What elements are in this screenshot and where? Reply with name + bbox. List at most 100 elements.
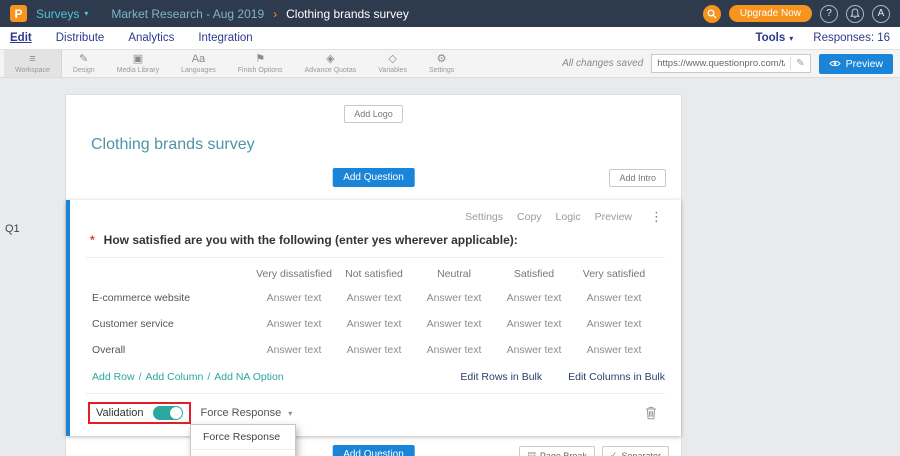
- tools-menu[interactable]: Tools ▾: [755, 32, 793, 44]
- answer-text-cell[interactable]: Answer text: [414, 318, 494, 330]
- delete-question-button[interactable]: [645, 406, 657, 420]
- responses-link[interactable]: Responses: 16: [813, 32, 890, 44]
- toolbar-item-languages[interactable]: Aa Languages: [170, 50, 227, 77]
- advance-quotas-icon: ◈: [326, 53, 334, 65]
- add-intro-button[interactable]: Add Intro: [609, 169, 666, 187]
- answer-text-cell[interactable]: Answer text: [574, 292, 654, 304]
- matrix-row-label[interactable]: Overall: [86, 344, 254, 356]
- page-break-icon: ▤: [527, 450, 536, 456]
- edit-columns-in-bulk-link[interactable]: Edit Columns in Bulk: [568, 371, 665, 383]
- toolbar-item-media-library[interactable]: ▣ Media Library: [106, 50, 170, 77]
- answer-text-cell[interactable]: Answer text: [334, 344, 414, 356]
- question-more-menu-icon[interactable]: ⋮: [650, 209, 663, 225]
- answer-text-cell[interactable]: Answer text: [414, 292, 494, 304]
- workspace-icon: ≡: [29, 53, 35, 65]
- link-separator: /: [207, 371, 210, 383]
- toolbar-item-settings[interactable]: ⚙ Settings: [418, 50, 465, 77]
- tab-distribute[interactable]: Distribute: [56, 32, 105, 44]
- answer-text-cell[interactable]: Answer text: [254, 292, 334, 304]
- chevron-down-icon: ▾: [84, 9, 88, 18]
- answer-text-cell[interactable]: Answer text: [254, 318, 334, 330]
- add-na-option-link[interactable]: Add NA Option: [214, 371, 283, 383]
- logo-letter: P: [14, 7, 22, 21]
- survey-toolbar: ≡ Workspace ✎ Design ▣ Media Library Aa …: [0, 50, 900, 78]
- question-logic-link[interactable]: Logic: [556, 211, 581, 223]
- nav-right: Tools ▾ Responses: 16: [755, 32, 890, 44]
- edit-rows-in-bulk-link[interactable]: Edit Rows in Bulk: [460, 371, 542, 383]
- force-response-dropdown[interactable]: Force Response ▾: [201, 407, 293, 419]
- avatar[interactable]: A: [872, 5, 890, 23]
- add-question-button-bottom[interactable]: Add Question: [332, 445, 415, 456]
- topbar: P Surveys ▾ Market Research - Aug 2019 ›…: [0, 0, 900, 27]
- question-preview-link[interactable]: Preview: [595, 211, 632, 223]
- questionpro-logo[interactable]: P: [10, 5, 27, 22]
- tab-integration[interactable]: Integration: [198, 32, 252, 44]
- surveys-menu[interactable]: Surveys ▾: [36, 7, 88, 21]
- question-actions: Settings Copy Logic Preview ⋮: [86, 204, 665, 228]
- upgrade-now-button[interactable]: Upgrade Now: [729, 5, 812, 22]
- matrix-row: Customer service Answer text Answer text…: [86, 311, 665, 337]
- answer-text-cell[interactable]: Answer text: [414, 344, 494, 356]
- survey-canvas: Q1 Add Logo Clothing brands survey Add Q…: [0, 78, 900, 456]
- notifications-button[interactable]: [846, 5, 864, 23]
- matrix-column-header[interactable]: Satisfied: [494, 268, 574, 280]
- toolbar-item-finish-options[interactable]: ⚑ Finish Options: [227, 50, 294, 77]
- answer-text-cell[interactable]: Answer text: [334, 292, 414, 304]
- add-column-link[interactable]: Add Column: [146, 371, 204, 383]
- answer-text-cell[interactable]: Answer text: [574, 344, 654, 356]
- breadcrumb-separator: ›: [273, 7, 277, 21]
- survey-title[interactable]: Clothing brands survey: [91, 136, 666, 154]
- matrix-column-header[interactable]: Not satisfied: [334, 268, 414, 280]
- matrix-row: E-commerce website Answer text Answer te…: [86, 285, 665, 311]
- question-copy-link[interactable]: Copy: [517, 211, 542, 223]
- breadcrumb: Market Research - Aug 2019 › Clothing br…: [111, 7, 408, 21]
- toolbar-item-design[interactable]: ✎ Design: [62, 50, 106, 77]
- help-button[interactable]: ?: [820, 5, 838, 23]
- matrix-column-header[interactable]: Very satisfied: [574, 268, 654, 280]
- answer-text-cell[interactable]: Answer text: [334, 318, 414, 330]
- answer-text-cell[interactable]: Answer text: [494, 292, 574, 304]
- force-response-value: Force Response: [201, 407, 282, 419]
- search-button[interactable]: [703, 5, 721, 23]
- annotation-highlight: Validation: [88, 402, 191, 424]
- question-block: Settings Copy Logic Preview ⋮ *How satis…: [66, 200, 681, 436]
- survey-url-box: ✎: [651, 54, 810, 73]
- chevron-down-icon: ▾: [288, 409, 292, 418]
- validation-label: Validation: [96, 407, 144, 419]
- answer-text-cell[interactable]: Answer text: [254, 344, 334, 356]
- question-number: Q1: [5, 223, 20, 235]
- question-settings-link[interactable]: Settings: [465, 211, 503, 223]
- link-separator: /: [139, 371, 142, 383]
- add-logo-button[interactable]: Add Logo: [344, 105, 403, 123]
- matrix-row-label[interactable]: Customer service: [86, 318, 254, 330]
- toolbar-item-workspace[interactable]: ≡ Workspace: [4, 50, 62, 77]
- toolbar-item-variables[interactable]: ◇ Variables: [367, 50, 418, 77]
- menu-item-force-response[interactable]: Force Response: [191, 425, 295, 449]
- answer-text-cell[interactable]: Answer text: [574, 318, 654, 330]
- menu-item-request-response[interactable]: Request Response: [191, 449, 295, 456]
- topbar-actions: Upgrade Now ? A: [703, 5, 890, 23]
- question-text[interactable]: How satisfied are you with the following…: [104, 233, 518, 247]
- survey-header: Add Logo Clothing brands survey Add Ques…: [66, 95, 681, 200]
- add-row-link[interactable]: Add Row: [92, 371, 135, 383]
- edit-url-icon[interactable]: ✎: [790, 57, 809, 70]
- survey-url-input[interactable]: [652, 58, 790, 69]
- answer-text-cell[interactable]: Answer text: [494, 318, 574, 330]
- matrix-column-header[interactable]: Neutral: [414, 268, 494, 280]
- page-break-button[interactable]: ▤ Page Break: [519, 446, 595, 456]
- footer-chips: ▤ Page Break ✓ Separator: [519, 446, 669, 456]
- preview-button[interactable]: Preview: [819, 54, 893, 74]
- add-question-button-top[interactable]: Add Question: [332, 168, 415, 187]
- card-footer: Add Question ▤ Page Break ✓ Separator: [66, 436, 681, 456]
- toolbar-item-advance-quotas[interactable]: ◈ Advance Quotas: [294, 50, 368, 77]
- validation-toggle[interactable]: [153, 406, 183, 420]
- tab-analytics[interactable]: Analytics: [128, 32, 174, 44]
- tab-edit[interactable]: Edit: [10, 32, 32, 44]
- force-response-menu: Force Response Request Response: [190, 424, 296, 456]
- matrix-row-label[interactable]: E-commerce website: [86, 292, 254, 304]
- breadcrumb-parent-link[interactable]: Market Research - Aug 2019: [111, 7, 264, 21]
- separator-button[interactable]: ✓ Separator: [602, 446, 669, 456]
- languages-icon: Aa: [192, 53, 205, 65]
- matrix-column-header[interactable]: Very dissatisfied: [254, 268, 334, 280]
- answer-text-cell[interactable]: Answer text: [494, 344, 574, 356]
